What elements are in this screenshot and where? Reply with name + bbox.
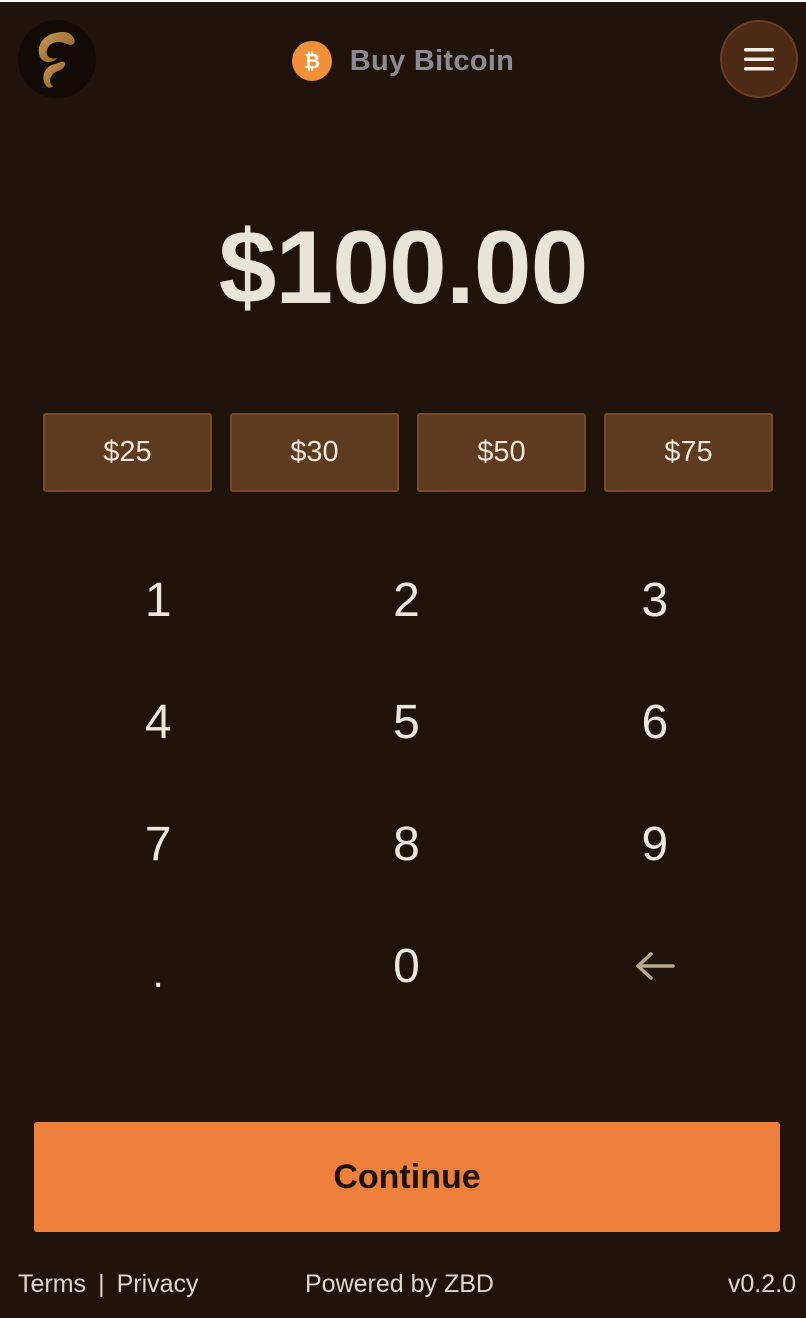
footer-links: Terms | Privacy bbox=[18, 1270, 199, 1299]
backspace-arrow-icon bbox=[636, 952, 675, 980]
privacy-link[interactable]: Privacy bbox=[117, 1270, 199, 1299]
terms-link[interactable]: Terms bbox=[18, 1270, 86, 1299]
key-7[interactable]: 7 bbox=[34, 783, 282, 905]
footer: Terms | Privacy Powered by ZBD v0.2.0 bbox=[18, 1266, 796, 1306]
continue-button[interactable]: Continue bbox=[34, 1122, 780, 1232]
preset-button-25[interactable]: $25 bbox=[43, 413, 212, 492]
key-1[interactable]: 1 bbox=[34, 539, 282, 661]
preset-button-75[interactable]: $75 bbox=[604, 413, 773, 492]
key-decimal[interactable]: . bbox=[34, 905, 282, 1027]
key-6[interactable]: 6 bbox=[531, 661, 779, 783]
key-2[interactable]: 2 bbox=[282, 539, 530, 661]
menu-button[interactable] bbox=[720, 20, 798, 98]
preset-amounts: $25 $30 $50 $75 bbox=[43, 413, 773, 492]
preset-button-30[interactable]: $30 bbox=[230, 413, 399, 492]
key-9[interactable]: 9 bbox=[531, 783, 779, 905]
powered-by-text: Powered by ZBD bbox=[305, 1270, 494, 1298]
page-title: Buy Bitcoin bbox=[349, 44, 515, 77]
backspace-key[interactable] bbox=[531, 905, 779, 1027]
svg-text:₿: ₿ bbox=[304, 51, 320, 73]
bitcoin-icon: ₿ bbox=[291, 41, 332, 81]
key-0[interactable]: 0 bbox=[282, 905, 530, 1027]
key-3[interactable]: 3 bbox=[531, 539, 779, 661]
hamburger-menu-icon bbox=[744, 48, 774, 71]
key-5[interactable]: 5 bbox=[282, 661, 530, 783]
page-header: ₿ Buy Bitcoin bbox=[0, 40, 806, 82]
footer-separator: | bbox=[98, 1270, 105, 1298]
version-label: v0.2.0 bbox=[727, 1270, 796, 1298]
preset-button-50[interactable]: $50 bbox=[417, 413, 586, 492]
numeric-keypad: 1 2 3 4 5 6 7 8 9 . 0 bbox=[34, 539, 779, 1027]
amount-display: $100.00 bbox=[218, 210, 589, 326]
app-root: ₿ Buy Bitcoin $100.00 $25 $30 $50 $75 1 … bbox=[0, 0, 806, 1318]
key-4[interactable]: 4 bbox=[34, 661, 282, 783]
key-8[interactable]: 8 bbox=[282, 783, 530, 905]
